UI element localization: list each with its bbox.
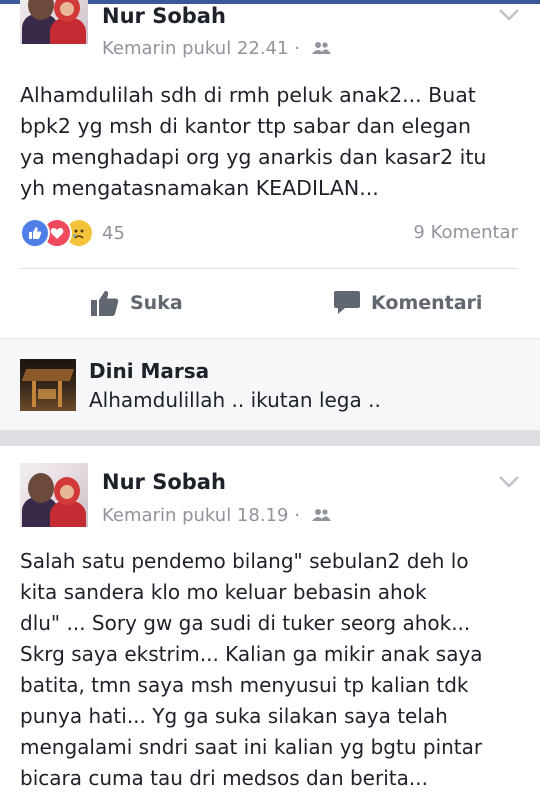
post-line: punya hati... Yg ga suka silakan saya te… xyxy=(20,704,448,728)
like-reaction-icon xyxy=(20,218,50,248)
feed-separator xyxy=(0,430,540,446)
meta-separator: · xyxy=(294,38,300,59)
post-timestamp[interactable]: Kemarin pukul 22.41 xyxy=(102,38,288,59)
friends-icon xyxy=(311,506,332,527)
post-text: Alhamdulilah sdh di rmh peluk anak2... B… xyxy=(20,80,525,204)
post-line: bpk2 yg msh di kantor ttp sabar dan eleg… xyxy=(20,114,472,138)
meta-separator: · xyxy=(294,505,300,526)
thumbs-up-icon xyxy=(91,290,119,316)
author-avatar[interactable] xyxy=(20,0,88,44)
post-line: Alhamdulilah sdh di rmh peluk anak2... B… xyxy=(20,83,476,107)
author-name[interactable]: Nur Sobah xyxy=(102,4,226,28)
comment-button[interactable]: Komentari xyxy=(333,286,482,320)
post-line: yh mengatasnamakan KEADILAN... xyxy=(20,176,379,200)
divider xyxy=(20,268,518,269)
post-text: Salah satu pendemo bilang" sebulan2 deh … xyxy=(20,546,525,794)
commenter-avatar[interactable] xyxy=(20,359,76,411)
author-avatar[interactable] xyxy=(20,463,88,527)
reactions-summary[interactable]: 45 xyxy=(20,218,125,248)
post-meta: Kemarin pukul 18.19 · xyxy=(102,505,332,527)
post-timestamp[interactable]: Kemarin pukul 18.19 xyxy=(102,505,288,526)
post-line: mengalami sndri saat ini kalian yg bgtu … xyxy=(20,735,483,759)
author-name[interactable]: Nur Sobah xyxy=(102,470,226,494)
friends-icon xyxy=(311,39,332,60)
post-line: Salah satu pendemo bilang" sebulan2 deh … xyxy=(20,549,469,573)
post-line: ya menghadapi org yg anarkis dan kasar2 … xyxy=(20,145,487,169)
post-meta: Kemarin pukul 22.41 · xyxy=(102,38,332,60)
post-line: Skrg saya ekstrim... Kalian ga mikir ana… xyxy=(20,642,483,666)
like-label: Suka xyxy=(130,292,183,314)
comment-label: Komentari xyxy=(371,292,483,314)
post-line: dlu" ... Sory gw ga sudi di tuker seorg … xyxy=(20,611,471,635)
post-line: kita sandera klo mo keluar bebasin ahok xyxy=(20,580,427,604)
chevron-down-icon[interactable] xyxy=(498,475,520,489)
comment-count[interactable]: 9 Komentar xyxy=(413,222,518,243)
like-button[interactable]: Suka xyxy=(90,286,183,320)
chevron-down-icon[interactable] xyxy=(498,8,520,22)
comment-text: Alhamdulillah .. ikutan lega .. xyxy=(89,388,381,412)
post-line: batita, tmn saya msh menyusui tp kalian … xyxy=(20,673,469,697)
commenter-name[interactable]: Dini Marsa xyxy=(89,359,209,383)
reaction-count: 45 xyxy=(102,222,125,244)
post-line: bicara cuma tau dri medsos dan berita... xyxy=(20,766,428,790)
comment-icon xyxy=(334,291,360,314)
top-comment[interactable]: Dini Marsa Alhamdulillah .. ikutan lega … xyxy=(0,338,540,431)
